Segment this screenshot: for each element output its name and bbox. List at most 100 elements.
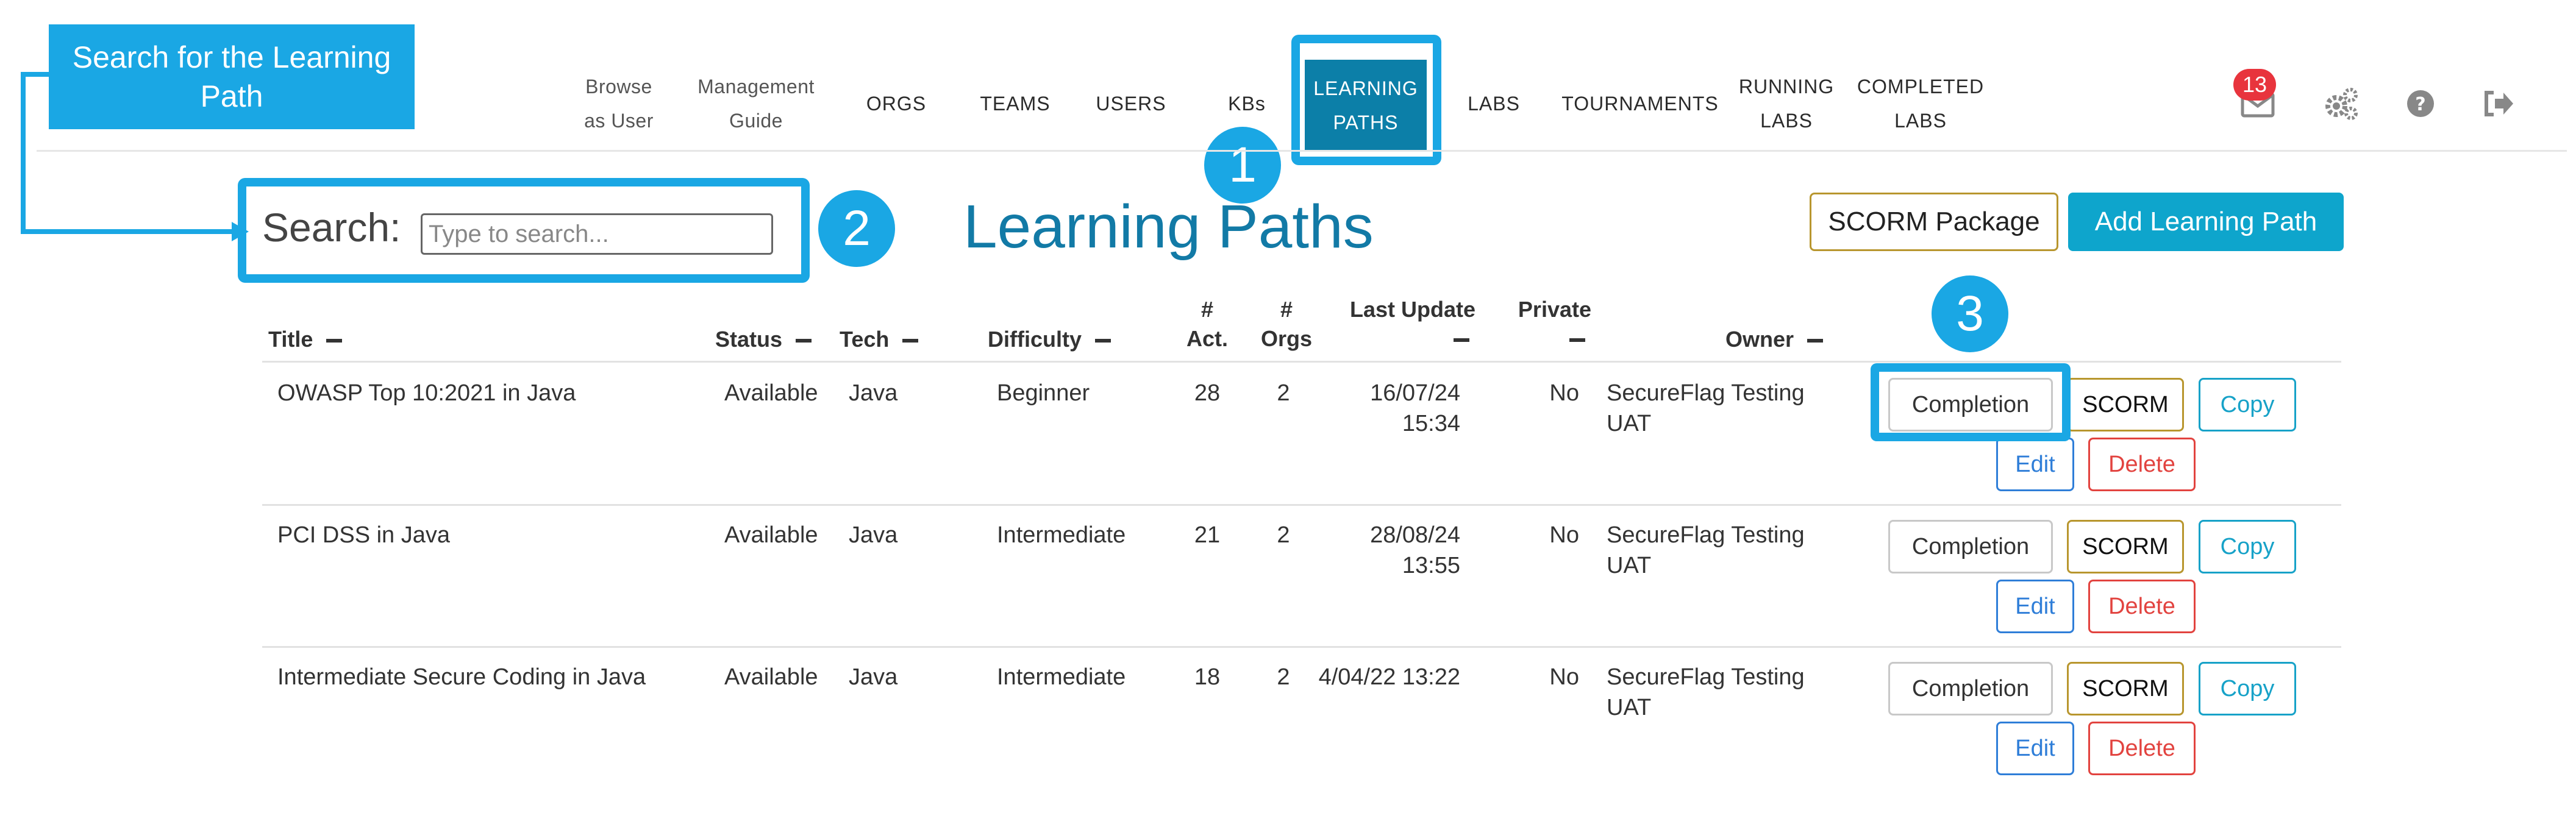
edit-button[interactable]: Edit (1996, 722, 2074, 775)
nav-browse-as-user[interactable]: Browse as User (576, 67, 662, 140)
nav-tournaments[interactable]: TOURNAMENTS (1561, 67, 1719, 140)
cell-owner-line2: UAT (1607, 553, 1652, 578)
cell-act: 28 (1194, 380, 1221, 406)
nav-label: KBs (1228, 93, 1266, 115)
cell-owner: SecureFlag Testing UAT (1607, 520, 1805, 581)
col-header-tech-label: Tech (840, 327, 890, 352)
nav-management-guide[interactable]: Management Guide (683, 67, 829, 140)
col-header-owner[interactable]: Owner (1725, 325, 1824, 354)
help-icon[interactable]: ? (2402, 85, 2439, 122)
settings-gears-icon[interactable] (2323, 85, 2360, 122)
nav-teams[interactable]: TEAMS (972, 67, 1058, 140)
nav-label-line2: LABS (1894, 110, 1947, 132)
edit-button[interactable]: Edit (1996, 438, 2074, 491)
nav-label-line1: COMPLETED (1857, 76, 1985, 98)
cell-tech: Java (849, 664, 898, 690)
nav-running-labs[interactable]: RUNNING LABS (1738, 67, 1835, 140)
col-header-orgs[interactable]: # Orgs (1244, 295, 1329, 353)
col-header-title[interactable]: Title (268, 325, 343, 354)
nav-label: USERS (1096, 93, 1166, 115)
completion-button[interactable]: Completion (1888, 662, 2053, 715)
search-input[interactable] (421, 213, 773, 255)
cell-owner-line1: SecureFlag Testing (1607, 380, 1805, 406)
col-header-tech[interactable]: Tech (840, 325, 919, 354)
nav-label-line2: LABS (1760, 110, 1813, 132)
step-3-marker: 3 (1932, 275, 2008, 352)
nav-orgs[interactable]: ORGS (860, 67, 933, 140)
col-header-private-label: Private (1518, 297, 1591, 322)
nav-label-line1: RUNNING (1738, 76, 1835, 98)
copy-button[interactable]: Copy (2199, 662, 2296, 715)
nav-labs[interactable]: LABS (1460, 67, 1527, 140)
col-header-status-label: Status (715, 327, 783, 352)
cell-last-update-date: 4/04/22 13:22 (1318, 664, 1460, 690)
nav-completed-labs[interactable]: COMPLETED LABS (1857, 67, 1985, 140)
sort-icon[interactable] (1807, 339, 1824, 343)
cell-owner: SecureFlag Testing UAT (1607, 662, 1805, 723)
sort-icon[interactable] (902, 339, 919, 343)
scorm-button[interactable]: SCORM (2067, 378, 2184, 431)
nav-users[interactable]: USERS (1091, 67, 1171, 140)
sort-icon[interactable] (326, 339, 343, 343)
delete-button[interactable]: Delete (2088, 580, 2196, 633)
logout-icon[interactable] (2480, 85, 2517, 122)
scorm-button[interactable]: SCORM (2067, 662, 2184, 715)
step-3-number: 3 (1956, 286, 1984, 341)
cell-owner-line2: UAT (1607, 695, 1652, 720)
nav-label: ORGS (866, 93, 927, 115)
nav-divider (37, 150, 2567, 152)
add-learning-path-button[interactable]: Add Learning Path (2068, 193, 2344, 251)
sort-icon[interactable] (1569, 338, 1585, 343)
scorm-package-button[interactable]: SCORM Package (1810, 193, 2058, 251)
completion-button[interactable]: Completion (1888, 520, 2053, 573)
cell-difficulty: Intermediate (997, 522, 1126, 548)
cell-title: Intermediate Secure Coding in Java (277, 664, 646, 690)
sort-icon[interactable] (1454, 338, 1469, 343)
row-divider (262, 504, 2341, 506)
nav-label: TOURNAMENTS (1561, 93, 1719, 115)
sort-icon[interactable] (796, 339, 812, 343)
scorm-button[interactable]: SCORM (2067, 520, 2184, 573)
cell-owner-line1: SecureFlag Testing (1607, 522, 1805, 548)
cell-last-update: 16/07/24 15:34 (1311, 378, 1460, 439)
cell-act: 21 (1194, 522, 1221, 548)
col-header-title-label: Title (268, 327, 313, 352)
copy-button[interactable]: Copy (2199, 520, 2296, 573)
cell-last-update-time: 13:55 (1402, 553, 1460, 578)
step-2-marker: 2 (818, 190, 895, 267)
col-header-act[interactable]: # Act. (1171, 295, 1244, 353)
cell-last-update: 4/04/22 13:22 (1299, 662, 1460, 692)
col-header-last-update-label: Last Update (1349, 297, 1475, 322)
cell-difficulty: Beginner (997, 380, 1090, 406)
search-label: Search: (262, 205, 401, 250)
col-header-last-update[interactable]: Last Update (1329, 295, 1475, 353)
cell-last-update-time: 15:34 (1402, 411, 1460, 436)
cell-private: No (1549, 380, 1579, 406)
cell-owner-line1: SecureFlag Testing (1607, 664, 1805, 690)
nav-label-line1: Management (698, 76, 815, 98)
completion-highlight-frame (1871, 363, 2071, 441)
cell-title: OWASP Top 10:2021 in Java (277, 380, 576, 406)
col-header-difficulty[interactable]: Difficulty (988, 325, 1111, 354)
col-header-difficulty-label: Difficulty (988, 327, 1082, 352)
cell-difficulty: Intermediate (997, 664, 1126, 690)
nav-label-line2: as User (584, 110, 654, 132)
col-header-status[interactable]: Status (715, 325, 812, 354)
edit-button[interactable]: Edit (1996, 580, 2074, 633)
cell-tech: Java (849, 522, 898, 548)
row-divider (262, 646, 2341, 648)
col-header-orgs-label: Orgs (1260, 326, 1313, 351)
col-header-private[interactable]: Private (1500, 295, 1591, 353)
nav-label: TEAMS (980, 93, 1051, 115)
col-header-orgs-hash: # (1280, 297, 1293, 322)
cell-private: No (1549, 522, 1579, 548)
cell-last-update-date: 28/08/24 (1370, 522, 1460, 548)
copy-button[interactable]: Copy (2199, 378, 2296, 431)
delete-button[interactable]: Delete (2088, 722, 2196, 775)
sort-icon[interactable] (1095, 339, 1111, 343)
cell-owner-line2: UAT (1607, 411, 1652, 436)
cell-status: Available (724, 664, 818, 690)
page-title: Learning Paths (963, 193, 1374, 261)
delete-button[interactable]: Delete (2088, 438, 2196, 491)
cell-last-update-date: 16/07/24 (1370, 380, 1460, 406)
